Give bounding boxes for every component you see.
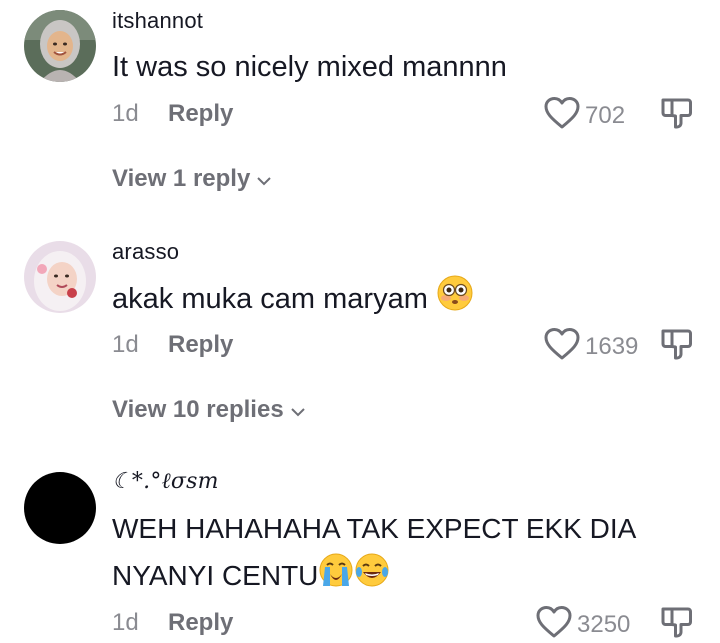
comment-username[interactable]: itshannot bbox=[112, 8, 203, 34]
view-replies-label: View 1 reply bbox=[112, 165, 251, 192]
dislike-button[interactable] bbox=[660, 96, 694, 135]
comment-text-body: NYANYI CENTU bbox=[112, 560, 319, 591]
heart-outline-icon bbox=[535, 605, 573, 643]
comment-timestamp: 1d bbox=[112, 331, 139, 358]
like-button[interactable]: 3250 bbox=[535, 605, 630, 643]
like-count: 1639 bbox=[585, 332, 639, 360]
thumbs-down-icon bbox=[660, 98, 694, 134]
reply-button[interactable]: Reply bbox=[168, 331, 233, 359]
view-replies-button[interactable]: View 10 replies bbox=[112, 396, 306, 424]
comment-username[interactable]: arasso bbox=[112, 239, 179, 265]
like-count: 3250 bbox=[577, 610, 631, 638]
avatar[interactable] bbox=[24, 241, 96, 313]
comment-timestamp: 1d bbox=[112, 609, 139, 636]
heart-outline-icon bbox=[543, 327, 581, 366]
reply-button[interactable]: Reply bbox=[168, 609, 233, 637]
avatar[interactable] bbox=[24, 10, 96, 82]
dislike-button[interactable] bbox=[660, 605, 694, 643]
loudly-crying-face-emoji bbox=[318, 552, 354, 603]
thumbs-down-icon bbox=[660, 329, 694, 365]
view-replies-button[interactable]: View 1 reply bbox=[112, 165, 272, 193]
comment-text-line-1: WEH HAHAHAHA TAK EXPECT EKK DIA bbox=[112, 513, 637, 544]
comment-text-line-2: NYANYI CENTU bbox=[112, 552, 390, 603]
chevron-down-icon bbox=[284, 396, 306, 424]
like-count: 702 bbox=[585, 101, 626, 129]
reply-button[interactable]: Reply bbox=[168, 100, 233, 128]
comment-username[interactable]: ☾*.°ℓσѕт bbox=[112, 468, 219, 494]
heart-outline-icon bbox=[543, 96, 581, 135]
comment-text: It was so nicely mixed mannnn bbox=[112, 51, 507, 83]
thumbs-down-icon bbox=[660, 607, 694, 643]
like-button[interactable]: 702 bbox=[543, 96, 625, 135]
dislike-button[interactable] bbox=[660, 327, 694, 366]
comment-timestamp: 1d bbox=[112, 100, 139, 127]
avatar[interactable] bbox=[24, 472, 96, 544]
like-button[interactable]: 1639 bbox=[543, 327, 638, 366]
flushed-face-emoji bbox=[436, 274, 474, 327]
comment-text: akak muka cam maryam bbox=[112, 274, 474, 327]
tears-of-joy-emoji bbox=[354, 552, 390, 603]
chevron-down-icon bbox=[250, 165, 272, 193]
view-replies-label: View 10 replies bbox=[112, 396, 284, 423]
comment-text-body: akak muka cam maryam bbox=[112, 283, 428, 316]
